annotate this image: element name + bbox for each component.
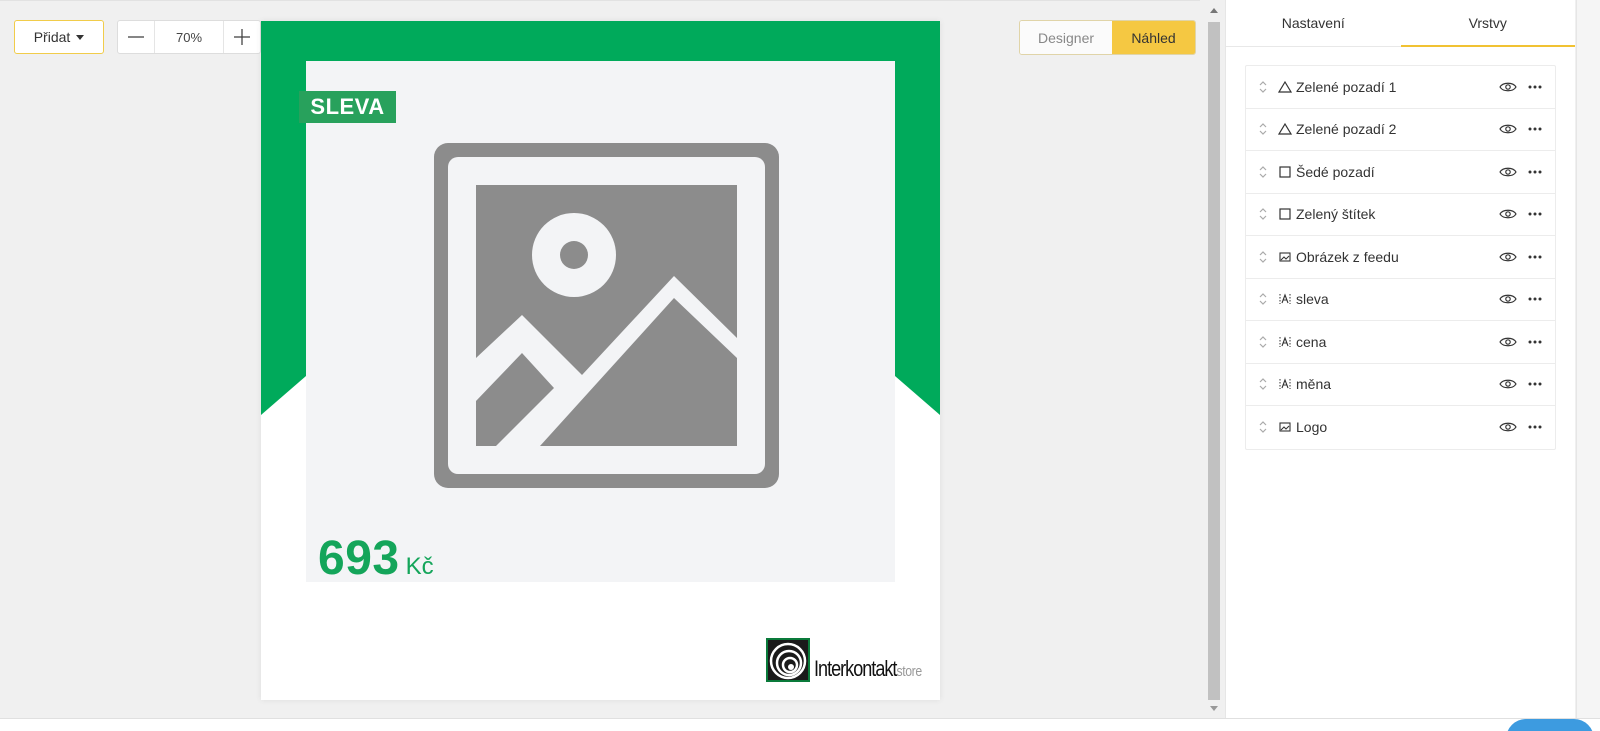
layer-item[interactable]: měna: [1246, 364, 1555, 406]
zoom-value: 70%: [154, 21, 224, 53]
zoom-out-button[interactable]: [118, 21, 154, 53]
more-options-icon[interactable]: [1527, 381, 1543, 387]
image-icon: [1278, 420, 1292, 434]
layer-label: měna: [1296, 376, 1332, 393]
layer-label: Zelené pozadí 2: [1296, 121, 1397, 138]
more-options-icon[interactable]: [1527, 169, 1543, 175]
image-placeholder-icon: [434, 143, 779, 488]
eye-icon[interactable]: [1499, 421, 1517, 433]
tab-layers[interactable]: Vrstvy: [1400, 0, 1575, 47]
layer-label: Obrázek z feedu: [1296, 248, 1399, 265]
triangle-icon: [1278, 122, 1292, 136]
more-options-icon[interactable]: [1527, 254, 1543, 260]
layer-label: Logo: [1296, 419, 1328, 436]
text-icon: [1278, 377, 1292, 391]
price-currency: Kč: [405, 553, 434, 580]
drag-handle-icon[interactable]: [1258, 376, 1268, 392]
vertical-scrollbar[interactable]: [1206, 0, 1222, 718]
layer-label: Zelené pozadí 1: [1296, 78, 1397, 95]
zoom-in-button[interactable]: [224, 21, 260, 53]
logo-suffix: store: [896, 663, 922, 680]
layer-item[interactable]: Zelené pozadí 2: [1246, 109, 1555, 151]
price-value: 693: [318, 532, 400, 585]
add-button[interactable]: Přidat: [14, 20, 104, 54]
square-icon: [1278, 165, 1292, 179]
bottom-bar: [0, 718, 1600, 731]
eye-icon[interactable]: [1499, 336, 1517, 348]
more-options-icon[interactable]: [1527, 84, 1543, 90]
layer-item[interactable]: Šedé pozadí: [1246, 151, 1555, 194]
design-canvas[interactable]: SLEVA 693 Kč Interkontaktstore: [261, 21, 940, 700]
layers-list: Zelené pozadí 1 Zelené pozadí 2 Šedé poz…: [1245, 65, 1556, 450]
eye-icon[interactable]: [1499, 208, 1517, 220]
square-icon: [1278, 207, 1292, 221]
more-options-icon[interactable]: [1527, 211, 1543, 217]
eye-icon[interactable]: [1499, 81, 1517, 93]
layer-label: sleva: [1296, 291, 1329, 308]
add-button-label: Přidat: [33, 29, 71, 45]
layer-item[interactable]: Zelené pozadí 1: [1246, 66, 1555, 109]
drag-handle-icon[interactable]: [1258, 79, 1268, 95]
layer-item[interactable]: Zelený štítek: [1246, 194, 1555, 236]
scroll-up-icon[interactable]: [1210, 8, 1218, 13]
preview-mode-button[interactable]: Náhled: [1112, 21, 1195, 54]
designer-workspace: Přidat 70% Designer Náhled SLEVA 693 Kč …: [0, 0, 1200, 718]
zoom-control: 70%: [117, 20, 261, 54]
page-scrollbar-track: [1576, 0, 1600, 718]
eye-icon[interactable]: [1499, 123, 1517, 135]
more-options-icon[interactable]: [1527, 339, 1543, 345]
layer-label: Šedé pozadí: [1296, 163, 1375, 180]
layer-label: Zelený štítek: [1296, 206, 1376, 223]
mode-switch: Designer Náhled: [1019, 20, 1196, 55]
drag-handle-icon[interactable]: [1258, 419, 1268, 435]
layer-label: cena: [1296, 333, 1327, 350]
more-options-icon[interactable]: [1527, 424, 1543, 430]
more-options-icon[interactable]: [1527, 296, 1543, 302]
eye-icon[interactable]: [1499, 166, 1517, 178]
drag-handle-icon[interactable]: [1258, 206, 1268, 222]
text-icon: [1278, 335, 1292, 349]
drag-handle-icon[interactable]: [1258, 249, 1268, 265]
discount-badge-text: SLEVA: [310, 94, 385, 119]
layer-item[interactable]: Obrázek z feedu: [1246, 236, 1555, 279]
panel-tabs: Nastavení Vrstvy: [1226, 0, 1575, 47]
layer-item[interactable]: cena: [1246, 321, 1555, 364]
designer-mode-button[interactable]: Designer: [1020, 21, 1112, 54]
drag-handle-icon[interactable]: [1258, 164, 1268, 180]
triangle-icon: [1278, 80, 1292, 94]
plus-icon: [234, 29, 250, 45]
scroll-down-icon[interactable]: [1210, 706, 1218, 711]
image-icon: [1278, 250, 1292, 264]
layers-panel: Nastavení Vrstvy Zelené pozadí 1 Zelené …: [1225, 0, 1575, 718]
eye-icon[interactable]: [1499, 251, 1517, 263]
logo-brand: Interkontaktstore: [814, 658, 922, 680]
layer-item[interactable]: sleva: [1246, 279, 1555, 321]
logo-brand-text: Interkontakt: [814, 656, 897, 681]
tab-settings[interactable]: Nastavení: [1226, 0, 1401, 46]
minus-icon: [128, 36, 144, 38]
eye-icon[interactable]: [1499, 378, 1517, 390]
chat-button[interactable]: [1506, 719, 1594, 731]
layer-item[interactable]: Logo: [1246, 406, 1555, 449]
scrollbar-thumb[interactable]: [1208, 22, 1220, 700]
text-icon: [1278, 292, 1292, 306]
eye-icon[interactable]: [1499, 293, 1517, 305]
price: 693 Kč: [318, 531, 434, 586]
caret-down-icon: [76, 35, 85, 40]
drag-handle-icon[interactable]: [1258, 334, 1268, 350]
drag-handle-icon[interactable]: [1258, 121, 1268, 137]
logo: Interkontaktstore: [766, 638, 940, 682]
drag-handle-icon[interactable]: [1258, 291, 1268, 307]
more-options-icon[interactable]: [1527, 126, 1543, 132]
interkontakt-logo-icon: [766, 638, 810, 682]
